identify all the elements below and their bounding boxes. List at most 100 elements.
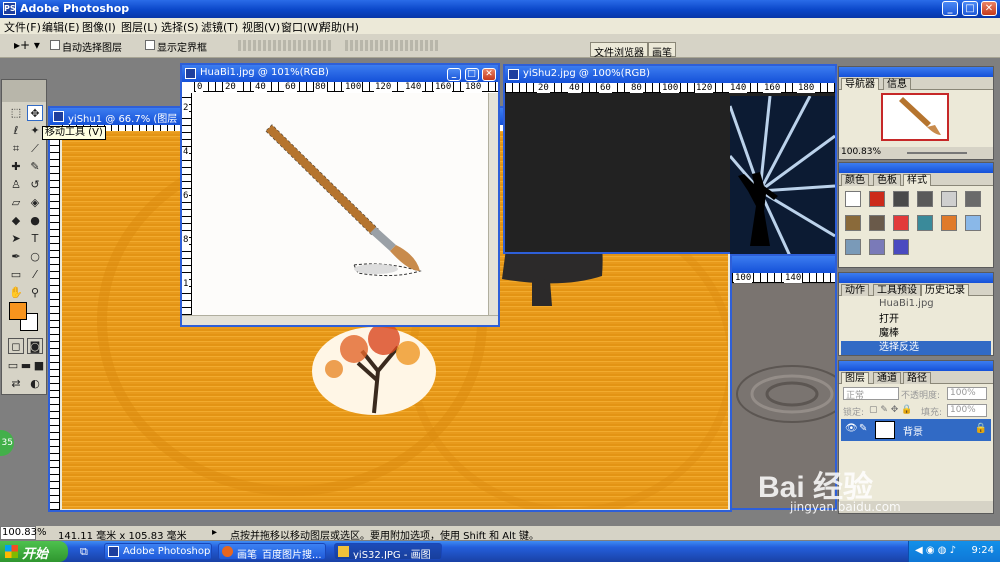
auto-select-checkbox[interactable] [50,40,60,50]
navigator-zoom-slider[interactable] [907,152,967,154]
style-swatch[interactable] [869,215,885,231]
doc-maximize-button[interactable]: □ [464,68,479,81]
style-swatch[interactable] [845,215,861,231]
jump-to-imageready-icon[interactable]: ⇄ [8,376,24,392]
zoom-tool-icon[interactable]: ⚲ [27,285,43,301]
distribute-buttons[interactable] [345,40,440,51]
status-zoom[interactable]: 100.83% [0,526,47,540]
style-swatch[interactable] [941,215,957,231]
tray-clock[interactable]: 9:24 [972,545,994,556]
crop-tool-icon[interactable]: ⌗ [8,141,24,157]
tab-history[interactable]: 历史记录 [921,284,969,296]
style-swatch[interactable] [917,215,933,231]
menu-layer[interactable]: 图层(L) [121,19,158,35]
status-doc-size[interactable]: 141.11 毫米 x 105.83 毫米 [58,527,187,542]
menu-help[interactable]: 帮助(H) [320,19,359,35]
close-button[interactable]: ✕ [981,1,997,16]
style-swatch[interactable] [869,239,885,255]
menu-file[interactable]: 文件(F) [4,19,41,35]
tab-file-browser[interactable]: 文件浏览器 [590,42,648,59]
style-swatch[interactable] [845,239,861,255]
layer-row-background[interactable]: 👁 ✎ 背景 🔒 [841,419,991,441]
task-paint[interactable]: yiS32.JPG - 画图 [334,543,442,560]
style-swatch[interactable] [965,215,981,231]
standard-mode-icon[interactable]: ◻ [8,338,24,354]
healing-brush-tool-icon[interactable]: ✚ [8,159,24,175]
imageready-icon[interactable]: ◐ [27,376,43,392]
hand-tool-icon[interactable]: ✋ [8,285,24,301]
blend-mode-select[interactable]: 正常 [843,387,899,401]
tab-tool-presets[interactable]: 工具预设 [873,284,921,296]
show-bounds-checkbox[interactable] [145,40,155,50]
notes-tool-icon[interactable]: ▭ [8,267,24,283]
quick-mask-mode-icon[interactable]: ◙ [27,338,43,354]
tab-paths[interactable]: 路径 [903,372,931,384]
style-swatch[interactable] [845,191,861,207]
style-swatch[interactable] [869,191,885,207]
menu-select[interactable]: 选择(S) [161,19,199,35]
quick-launch-icon[interactable]: ⧉ [80,545,88,559]
pen-tool-icon[interactable]: ✒ [8,249,24,265]
lasso-tool-icon[interactable]: ℓ [8,123,24,139]
style-swatch[interactable] [893,191,909,207]
maximize-button[interactable]: □ [962,1,978,16]
move-tool-icon[interactable]: ✥ [27,105,43,121]
blur-tool-icon[interactable]: ◆ [8,213,24,229]
task-photoshop[interactable]: Adobe Photoshop [104,543,212,560]
tab-actions[interactable]: 动作 [841,284,869,296]
opacity-input[interactable]: 100% [947,387,987,400]
tab-navigator[interactable]: 导航器 [841,78,879,90]
marquee-tool-icon[interactable]: ⬚ [8,105,24,121]
move-tool-preset-icon[interactable]: ▸+ ▾ [14,38,40,52]
menu-image[interactable]: 图像(I) [82,19,116,35]
style-swatch[interactable] [893,215,909,231]
type-tool-icon[interactable]: T [27,231,43,247]
menu-window[interactable]: 窗口(W) [281,19,322,35]
tab-styles[interactable]: 样式 [903,174,931,186]
magic-wand-tool-icon[interactable]: ✦ [27,123,43,139]
tab-layers[interactable]: 图层 [841,372,869,384]
clone-stamp-tool-icon[interactable]: ♙ [8,177,24,193]
navigator-preview[interactable] [881,93,949,141]
vertical-scrollbar[interactable] [488,93,498,315]
tab-channels[interactable]: 通道 [873,372,901,384]
task-browser[interactable]: 画笔_百度图片搜... [218,543,326,560]
style-swatch[interactable] [941,191,957,207]
path-selection-tool-icon[interactable]: ➤ [8,231,24,247]
tray-icons[interactable]: ◀ ◉ ◍ ♪ [915,545,956,556]
menu-view[interactable]: 视图(V) [242,19,280,35]
history-brush-tool-icon[interactable]: ↺ [27,177,43,193]
menu-filter[interactable]: 滤镜(T) [201,19,238,35]
tab-info[interactable]: 信息 [883,78,911,90]
eraser-tool-icon[interactable]: ▱ [8,195,24,211]
lock-icons[interactable]: ▢ ✎ ✥ 🔒 [869,405,912,415]
horizontal-scrollbar[interactable] [182,315,498,325]
history-item-open[interactable]: 打开 [841,313,991,327]
style-swatch[interactable] [965,191,981,207]
dodge-tool-icon[interactable]: ● [27,213,43,229]
navigator-zoom[interactable]: 100.83% [841,147,881,157]
full-screen-mode-icon[interactable]: ■ [31,358,47,374]
tab-swatches[interactable]: 色板 [873,174,901,186]
history-item-magic-wand[interactable]: 魔棒 [841,327,991,341]
menu-edit[interactable]: 编辑(E) [42,19,80,35]
start-button[interactable]: 开始 [0,541,68,562]
layer-brush-link-icon[interactable]: ✎ [859,423,867,434]
doc-close-button[interactable]: ✕ [482,68,496,81]
doc-window-huabi1[interactable]: HuaBi1.jpg @ 101%(RGB) _ □ ✕ 0 20 40 60 … [180,63,500,327]
style-swatch[interactable] [893,239,909,255]
history-item-select-inverse[interactable]: 选择反选 [841,341,991,355]
style-swatch[interactable] [917,191,933,207]
doc-minimize-button[interactable]: _ [447,68,461,81]
shape-tool-icon[interactable]: ○ [27,249,43,265]
paint-bucket-tool-icon[interactable]: ◈ [27,195,43,211]
tab-brushes[interactable]: 画笔 [648,42,676,59]
slice-tool-icon[interactable]: ⟋ [27,141,43,157]
floating-badge[interactable]: 35 [0,430,14,456]
layer-visibility-eye-icon[interactable]: 👁 [845,423,858,434]
eyedropper-tool-icon[interactable]: ⁄ [27,267,43,283]
brush-tool-icon[interactable]: ✎ [27,159,43,175]
foreground-color-swatch[interactable] [9,302,27,320]
minimize-button[interactable]: _ [942,1,958,16]
tab-color[interactable]: 颜色 [841,174,869,186]
